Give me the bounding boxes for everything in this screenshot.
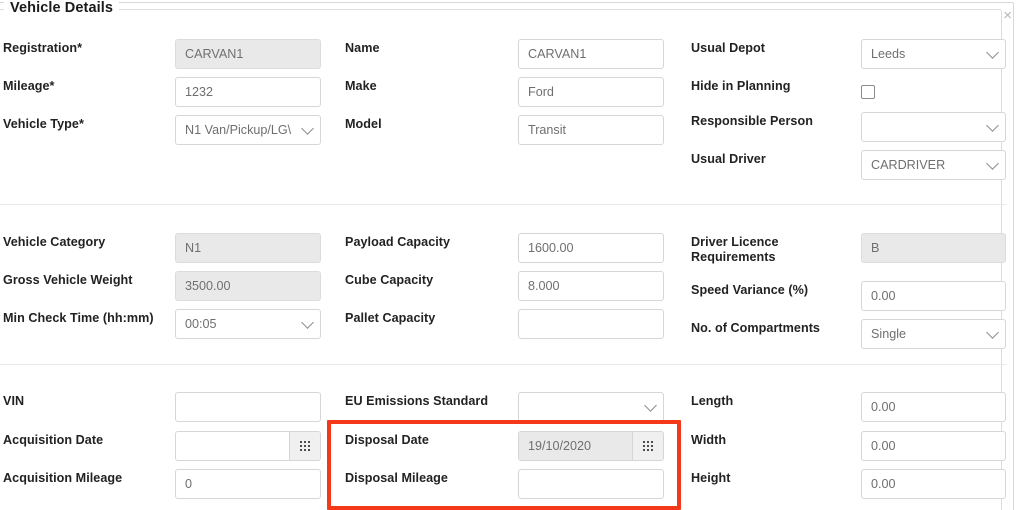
label-acquisition-date: Acquisition Date (3, 433, 104, 447)
label-eu-emissions-standard: EU Emissions Standard (345, 394, 489, 408)
select-no-of-compartments-value: Single (871, 327, 907, 341)
calendar-grid-glyph (642, 440, 654, 452)
select-no-of-compartments[interactable]: Single (861, 319, 1006, 349)
chevron-down-icon (986, 119, 999, 132)
select-eu-emissions-standard[interactable] (518, 392, 664, 422)
label-name: Name (345, 41, 380, 55)
select-responsible-person[interactable] (861, 112, 1006, 142)
select-vehicle-type-value: N1 Van/Pickup/LG\ (185, 123, 292, 137)
field-disposal-date[interactable]: 19/10/2020 (518, 431, 664, 461)
field-vin[interactable] (175, 392, 321, 422)
label-usual-depot: Usual Depot (691, 41, 766, 55)
field-cube-capacity[interactable]: 8.000 (518, 271, 664, 301)
label-hide-in-planning: Hide in Planning (691, 79, 791, 93)
select-min-check-time-value: 00:05 (185, 317, 217, 331)
label-acquisition-mileage: Acquisition Mileage (3, 471, 123, 485)
field-mileage[interactable]: 1232 (175, 77, 321, 107)
field-model[interactable]: Transit (518, 115, 664, 145)
label-registration: Registration* (3, 41, 83, 55)
label-no-of-compartments: No. of Compartments (691, 321, 820, 335)
section-divider-2 (0, 364, 1006, 365)
chevron-down-icon (986, 326, 999, 339)
calendar-icon[interactable] (289, 432, 320, 460)
field-acquisition-date[interactable] (175, 431, 321, 461)
field-registration[interactable]: CARVAN1 (175, 39, 321, 69)
field-disposal-mileage[interactable] (518, 469, 664, 499)
label-min-check-time: Min Check Time (hh:mm) (3, 311, 154, 325)
chevron-down-icon (986, 46, 999, 59)
field-name[interactable]: CARVAN1 (518, 39, 664, 69)
label-mileage: Mileage* (3, 79, 55, 93)
label-vehicle-type: Vehicle Type* (3, 117, 84, 131)
label-height: Height (691, 471, 731, 485)
disposal-date-value[interactable]: 19/10/2020 (519, 432, 632, 460)
field-driver-licence-requirements[interactable]: B (861, 233, 1006, 263)
field-speed-variance[interactable]: 0.00 (861, 281, 1006, 311)
select-vehicle-type[interactable]: N1 Van/Pickup/LG\ (175, 115, 321, 145)
chevron-down-icon (301, 316, 314, 329)
label-pallet-capacity: Pallet Capacity (345, 311, 436, 325)
field-vehicle-category[interactable]: N1 (175, 233, 321, 263)
field-length[interactable]: 0.00 (861, 392, 1006, 422)
label-speed-variance: Speed Variance (%) (691, 283, 809, 297)
select-usual-depot[interactable]: Leeds (861, 39, 1006, 69)
chevron-down-icon (644, 399, 657, 412)
field-gross-vehicle-weight[interactable]: 3500.00 (175, 271, 321, 301)
label-vehicle-category: Vehicle Category (3, 235, 106, 249)
select-usual-driver-value: CARDRIVER (871, 158, 946, 172)
label-driver-licence-requirements: Driver Licence Requirements (691, 235, 779, 264)
chevron-down-icon (986, 157, 999, 170)
select-min-check-time[interactable]: 00:05 (175, 309, 321, 339)
label-usual-driver: Usual Driver (691, 152, 766, 166)
label-disposal-date: Disposal Date (345, 433, 429, 447)
field-height[interactable]: 0.00 (861, 469, 1006, 499)
label-vin: VIN (3, 394, 25, 408)
label-cube-capacity: Cube Capacity (345, 273, 434, 287)
label-responsible-person: Responsible Person (691, 114, 813, 128)
checkbox-hide-in-planning[interactable] (861, 85, 875, 99)
label-disposal-mileage: Disposal Mileage (345, 471, 448, 485)
vehicle-details-fieldset: Vehicle Details (0, 0, 1002, 510)
calendar-grid-glyph (299, 440, 311, 452)
section-divider-1 (0, 204, 1006, 205)
select-usual-depot-value: Leeds (871, 47, 906, 61)
label-model: Model (345, 117, 382, 131)
label-payload-capacity: Payload Capacity (345, 235, 451, 249)
label-length: Length (691, 394, 734, 408)
page-title: Vehicle Details (4, 0, 120, 16)
acquisition-date-value[interactable] (176, 432, 289, 460)
field-make[interactable]: Ford (518, 77, 664, 107)
calendar-icon[interactable] (632, 432, 663, 460)
label-make: Make (345, 79, 377, 93)
label-width: Width (691, 433, 727, 447)
field-pallet-capacity[interactable] (518, 309, 664, 339)
field-payload-capacity[interactable]: 1600.00 (518, 233, 664, 263)
select-usual-driver[interactable]: CARDRIVER (861, 150, 1006, 180)
close-icon[interactable]: × (1003, 8, 1012, 23)
vehicle-details-panel: Vehicle Details × Registration* CARVAN1 … (0, 0, 1024, 510)
label-gross-vehicle-weight: Gross Vehicle Weight (3, 273, 133, 287)
field-width[interactable]: 0.00 (861, 431, 1006, 461)
field-acquisition-mileage[interactable]: 0 (175, 469, 321, 499)
chevron-down-icon (301, 122, 314, 135)
